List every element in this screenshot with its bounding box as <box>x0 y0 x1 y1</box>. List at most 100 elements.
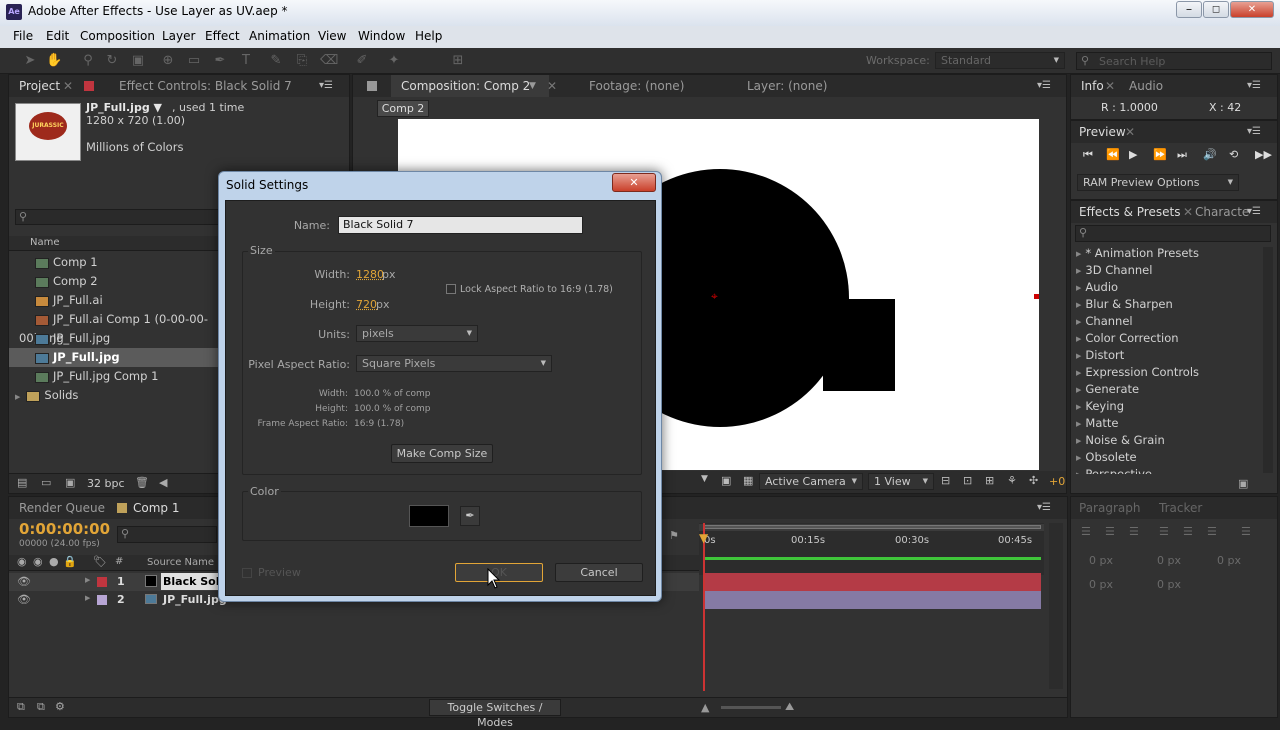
menu-window[interactable]: Window <box>358 29 405 43</box>
eye-icon[interactable]: 👁 <box>17 593 31 606</box>
effect-category[interactable]: Audio <box>1076 279 1118 296</box>
list-item[interactable]: JP_Full.jpg Comp 1 <box>19 367 219 386</box>
last-frame-icon[interactable]: ⏭ <box>1177 148 1187 162</box>
column-name[interactable]: Name <box>30 237 60 248</box>
camera-tool-icon[interactable]: ▣ <box>130 53 146 69</box>
new-folder-icon[interactable]: ▣ <box>1238 477 1248 490</box>
exposure-reset-icon[interactable]: ✣ <box>1029 474 1038 487</box>
menu-help[interactable]: Help <box>415 29 442 43</box>
expand-arrow-icon[interactable]: ▶ <box>85 576 90 584</box>
comp-dropdown-icon[interactable]: ▼ <box>529 75 536 97</box>
list-item[interactable]: Comp 2 <box>19 272 219 291</box>
ram-preview-select[interactable]: RAM Preview Options <box>1077 174 1239 191</box>
minimize-button[interactable]: ⎯ <box>1176 1 1202 18</box>
tab-comp1[interactable]: Comp 1 <box>133 497 179 519</box>
roto-brush-icon[interactable]: ✐ <box>354 53 370 69</box>
comp-navigator-button[interactable]: Comp 2 <box>377 100 429 117</box>
space-before-value[interactable]: 0 px <box>1089 578 1113 591</box>
comp-flowchart-icon[interactable]: ⚑ <box>669 529 679 542</box>
align-center-icon[interactable]: ☰ <box>1105 525 1115 538</box>
expand-arrow-icon[interactable]: ▶ <box>15 393 20 401</box>
space-after-value[interactable]: 0 px <box>1157 578 1181 591</box>
tab-layer[interactable]: Layer: (none) <box>747 75 827 97</box>
list-item[interactable]: Comp 1 <box>19 253 219 272</box>
menu-file[interactable]: File <box>13 29 33 43</box>
effect-category[interactable]: Color Correction <box>1076 330 1178 347</box>
timeline-icon[interactable]: ⊞ <box>985 474 994 487</box>
axis-mode-icon[interactable]: ⊞ <box>450 53 466 69</box>
eyedropper-icon[interactable]: ✒ <box>460 506 480 526</box>
camera-select[interactable]: Active Camera <box>759 473 863 490</box>
tab-info[interactable]: Info <box>1081 75 1104 97</box>
maximize-button[interactable]: ◻ <box>1203 1 1229 18</box>
menu-effect[interactable]: Effect <box>205 29 240 43</box>
menu-composition[interactable]: Composition <box>80 29 155 43</box>
toggle-switches-modes-button[interactable]: Toggle Switches / Modes <box>429 699 561 729</box>
effect-category[interactable]: Keying <box>1076 398 1124 415</box>
align-left-icon[interactable]: ☰ <box>1081 525 1091 538</box>
preview-checkbox[interactable] <box>242 568 252 578</box>
close-tab-icon[interactable]: ✕ <box>1105 75 1115 97</box>
justify-center-icon[interactable]: ☰ <box>1183 525 1193 538</box>
audio-switch-icon[interactable]: ◉ <box>33 555 43 568</box>
list-item[interactable]: JP_Full.ai Comp 1 (0-00-00-00).png <box>19 310 219 345</box>
video-switch-icon[interactable]: ◉ <box>17 555 27 568</box>
effect-category[interactable]: Obsolete <box>1076 449 1136 466</box>
menu-edit[interactable]: Edit <box>46 29 69 43</box>
tab-effects-presets[interactable]: Effects & Presets <box>1079 201 1180 223</box>
menu-view[interactable]: View <box>318 29 346 43</box>
anchor-point-icon[interactable]: ⌖ <box>711 289 718 304</box>
effects-search-input[interactable]: ⚲ <box>1075 225 1271 242</box>
pixel-aspect-select[interactable]: Square Pixels <box>356 355 552 372</box>
zoom-slider[interactable] <box>721 706 781 709</box>
effect-category[interactable]: Generate <box>1076 381 1139 398</box>
rectangle-tool-icon[interactable]: ▭ <box>186 53 202 69</box>
expand-arrow-icon[interactable]: ▶ <box>85 594 90 602</box>
ram-preview-icon[interactable]: ▶▶ <box>1255 148 1272 161</box>
zoom-tool-icon[interactable]: ⚲ <box>80 53 96 69</box>
indent-right-value[interactable]: 0 px <box>1157 554 1181 567</box>
hand-tool-icon[interactable]: ✋ <box>46 53 62 69</box>
puppet-tool-icon[interactable]: ✦ <box>386 53 402 69</box>
layer-label-color[interactable] <box>97 577 107 587</box>
indent-left-value[interactable]: 0 px <box>1089 554 1113 567</box>
clone-tool-icon[interactable]: ⎘ <box>294 53 310 69</box>
lock-aspect-checkbox[interactable] <box>446 284 456 294</box>
pen-tool-icon[interactable]: ✒ <box>212 53 228 69</box>
make-comp-size-button[interactable]: Make Comp Size <box>391 444 493 463</box>
next-frame-icon[interactable]: ⏩ <box>1153 148 1167 161</box>
tab-render-queue[interactable]: Render Queue <box>19 497 105 519</box>
panel-menu-icon[interactable]: ▾☰ <box>319 80 333 91</box>
transparency-grid-icon[interactable]: ▦ <box>743 474 753 487</box>
mute-audio-icon[interactable]: 🔊 <box>1203 148 1217 161</box>
column-number[interactable]: # <box>115 556 123 567</box>
previous-frame-icon[interactable]: ⏪ <box>1106 148 1120 161</box>
brush-tool-icon[interactable]: ✎ <box>268 53 284 69</box>
close-tab-icon[interactable]: ✕ <box>547 75 557 97</box>
rotate-tool-icon[interactable]: ↻ <box>104 53 120 69</box>
tab-paragraph[interactable]: Paragraph <box>1079 497 1140 519</box>
effect-category[interactable]: Perspective <box>1076 466 1152 474</box>
search-help-input[interactable]: ⚲ Search Help <box>1076 52 1272 70</box>
workspace-select[interactable]: Standard <box>935 52 1065 69</box>
menu-layer[interactable]: Layer <box>162 29 195 43</box>
name-input[interactable]: Black Solid 7 <box>338 216 583 234</box>
width-value[interactable]: 1280 <box>356 268 384 281</box>
indent-first-value[interactable]: 0 px <box>1217 554 1241 567</box>
view-layout-select[interactable]: 1 View <box>868 473 934 490</box>
close-tab-icon[interactable]: ✕ <box>63 75 73 97</box>
new-folder-icon[interactable]: ▭ <box>41 476 51 489</box>
tab-character[interactable]: Characte <box>1195 201 1249 223</box>
layer-handle[interactable] <box>1034 294 1039 299</box>
panel-menu-icon[interactable]: ▾☰ <box>1247 80 1261 91</box>
effect-category[interactable]: 3D Channel <box>1076 262 1152 279</box>
eraser-tool-icon[interactable]: ⌫ <box>320 53 338 69</box>
column-source-name[interactable]: Source Name <box>147 557 214 568</box>
tab-effect-controls[interactable]: Effect Controls: Black Solid 7 <box>119 75 292 97</box>
timeline-scrollbar[interactable] <box>1049 523 1063 689</box>
eye-icon[interactable]: 👁 <box>17 575 31 588</box>
flowchart-icon[interactable]: ⚘ <box>1007 474 1017 487</box>
lock-aspect-label[interactable]: Lock Aspect Ratio to 16:9 (1.78) <box>460 284 613 295</box>
trash-icon[interactable]: 🗑 <box>135 476 149 489</box>
tab-project[interactable]: Project <box>19 75 60 97</box>
